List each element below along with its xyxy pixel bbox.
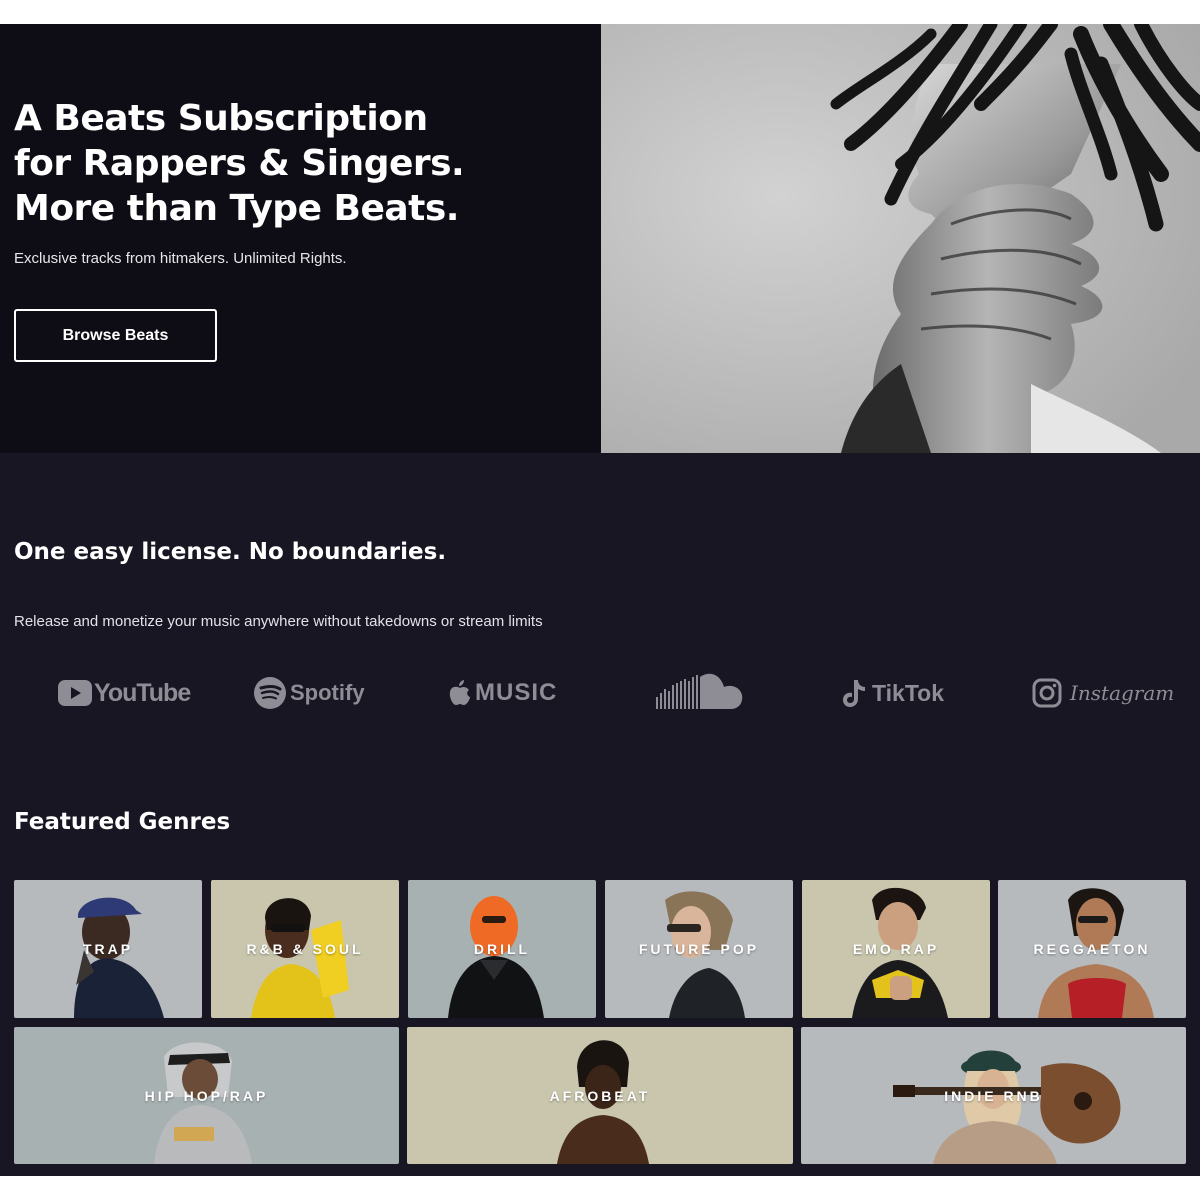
platform-spotify: Spotify [254, 673, 365, 713]
platform-apple-music: MUSIC [449, 673, 557, 713]
platform-instagram: Instagram [1032, 673, 1174, 713]
hero-title: A Beats Subscription for Rappers & Singe… [14, 96, 574, 231]
browse-beats-button[interactable]: Browse Beats [14, 309, 217, 362]
genre-label-trap: TRAP [82, 941, 134, 957]
hero-title-line-2: for Rappers & Singers. [14, 143, 465, 184]
license-title: One easy license. No boundaries. [14, 539, 447, 565]
hero-photo [601, 24, 1200, 453]
genre-tile-future-pop[interactable]: FUTURE POP [605, 880, 793, 1018]
youtube-icon [58, 680, 92, 706]
apple-music-wordmark: MUSIC [475, 679, 558, 706]
genre-tile-emo-rap[interactable]: EMO RAP [802, 880, 990, 1018]
genre-tile-trap[interactable]: TRAP [14, 880, 202, 1018]
genre-label-reggaeton: REGGAETON [1033, 941, 1151, 957]
platform-tiktok: TikTok [842, 673, 944, 713]
genre-label-rnb-soul: R&B & SOUL [246, 941, 364, 957]
genre-label-hip-hop-rap: HIP HOP/RAP [144, 1088, 269, 1104]
genre-tile-reggaeton[interactable]: REGGAETON [998, 880, 1186, 1018]
soundcloud-icon [656, 673, 743, 709]
hero-title-line-3: More than Type Beats. [14, 188, 459, 229]
genre-tile-indie-rnb[interactable]: INDIE RNB [801, 1027, 1186, 1164]
genre-tile-afrobeat[interactable]: AFROBEAT [407, 1027, 793, 1164]
spotify-icon [254, 677, 286, 709]
genre-label-drill: DRILL [473, 941, 531, 957]
spotify-wordmark: Spotify [290, 680, 365, 705]
genre-label-indie-rnb: INDIE RNB [944, 1088, 1043, 1104]
platform-logos: YouTube Spotify MUSIC TikTok Instagram [0, 663, 1200, 723]
hero-text-panel: A Beats Subscription for Rappers & Singe… [0, 24, 601, 453]
tiktok-wordmark: TikTok [872, 679, 944, 706]
genre-label-emo-rap: EMO RAP [852, 941, 940, 957]
genre-label-afrobeat: AFROBEAT [549, 1088, 651, 1104]
hero-subtitle: Exclusive tracks from hitmakers. Unlimit… [14, 250, 347, 267]
genre-tile-drill[interactable]: DRILL [408, 880, 596, 1018]
platform-soundcloud [656, 673, 744, 713]
genre-tile-rnb-soul[interactable]: R&B & SOUL [211, 880, 399, 1018]
license-section: One easy license. No boundaries. Release… [0, 453, 1200, 1176]
youtube-wordmark: YouTube [94, 678, 191, 707]
genre-tile-hip-hop-rap[interactable]: HIP HOP/RAP [14, 1027, 399, 1164]
hero-section: A Beats Subscription for Rappers & Singe… [0, 24, 1200, 453]
genre-label-future-pop: FUTURE POP [638, 941, 760, 957]
tiktok-icon [843, 680, 865, 707]
platform-youtube: YouTube [58, 673, 191, 713]
top-margin [0, 0, 1200, 24]
bottom-margin [0, 1176, 1200, 1200]
apple-icon [449, 680, 470, 705]
instagram-wordmark: Instagram [1070, 681, 1175, 705]
license-subtitle: Release and monetize your music anywhere… [14, 613, 543, 630]
instagram-icon [1032, 678, 1062, 708]
hero-title-line-1: A Beats Subscription [14, 98, 428, 139]
featured-genres-title: Featured Genres [14, 809, 231, 835]
